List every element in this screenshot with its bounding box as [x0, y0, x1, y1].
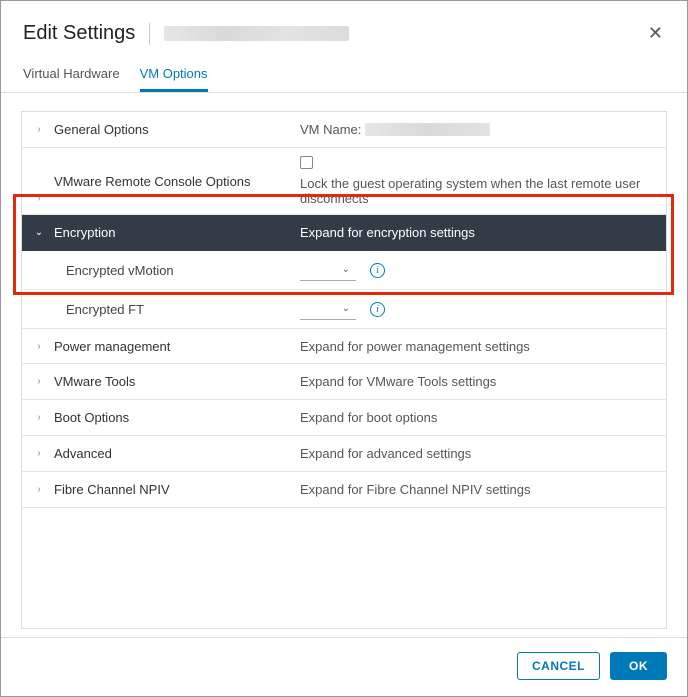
section-label: Boot Options: [54, 410, 129, 425]
section-general-options[interactable]: › General Options VM Name:: [22, 112, 666, 148]
section-label: Advanced: [54, 446, 112, 461]
advanced-desc: Expand for advanced settings: [300, 436, 666, 471]
encryption-desc: Expand for encryption settings: [300, 215, 666, 250]
chevron-right-icon: ›: [32, 193, 46, 204]
vm-name-redacted: [164, 26, 349, 41]
section-encryption[interactable]: ⌄ Encryption Expand for encryption setti…: [22, 215, 666, 251]
section-power-management[interactable]: › Power management Expand for power mana…: [22, 328, 666, 364]
info-icon[interactable]: i: [370, 302, 385, 317]
content-area: › General Options VM Name: › VMware Remo…: [1, 93, 687, 629]
vm-name-value-redacted: [365, 123, 490, 136]
encrypted-vmotion-dropdown[interactable]: ⌄: [300, 259, 356, 281]
vmtools-desc: Expand for VMware Tools settings: [300, 364, 666, 399]
section-label: General Options: [54, 122, 149, 137]
info-icon[interactable]: i: [370, 263, 385, 278]
tab-bar: Virtual Hardware VM Options: [1, 58, 687, 93]
section-label: VMware Tools: [54, 374, 135, 389]
general-right: VM Name:: [300, 112, 666, 147]
cancel-button[interactable]: CANCEL: [517, 652, 600, 680]
section-advanced[interactable]: › Advanced Expand for advanced settings: [22, 436, 666, 472]
chevron-right-icon: ›: [32, 412, 46, 423]
dialog-title: Edit Settings: [23, 22, 135, 45]
chevron-right-icon: ›: [32, 341, 46, 352]
boot-desc: Expand for boot options: [300, 400, 666, 435]
power-desc: Expand for power management settings: [300, 329, 666, 363]
encrypted-ft-dropdown[interactable]: ⌄: [300, 298, 356, 320]
chevron-right-icon: ›: [32, 124, 46, 135]
lock-guest-checkbox[interactable]: [300, 156, 313, 169]
section-remote-console[interactable]: › VMware Remote Console Options Lock the…: [22, 148, 666, 215]
section-fibre-channel-npiv[interactable]: › Fibre Channel NPIV Expand for Fibre Ch…: [22, 472, 666, 508]
row-encrypted-vmotion: Encrypted vMotion ⌄ i: [22, 251, 666, 290]
section-label: Power management: [54, 339, 170, 354]
chevron-down-icon: ⌄: [32, 227, 46, 238]
dialog-header: Edit Settings ✕: [1, 1, 687, 58]
remote-desc: Lock the guest operating system when the…: [300, 176, 656, 206]
close-button[interactable]: ✕: [644, 19, 667, 48]
header-left: Edit Settings: [23, 22, 349, 45]
npiv-desc: Expand for Fibre Channel NPIV settings: [300, 472, 666, 507]
settings-panel: › General Options VM Name: › VMware Remo…: [21, 111, 667, 629]
section-boot-options[interactable]: › Boot Options Expand for boot options: [22, 400, 666, 436]
chevron-down-icon: ⌄: [342, 264, 350, 275]
chevron-down-icon: ⌄: [342, 303, 350, 314]
header-divider: [149, 23, 150, 45]
dialog-footer: CANCEL OK: [1, 637, 687, 696]
ok-button[interactable]: OK: [610, 652, 667, 680]
row-label: Encrypted vMotion: [66, 263, 174, 278]
tab-virtual-hardware[interactable]: Virtual Hardware: [23, 58, 120, 92]
chevron-right-icon: ›: [32, 484, 46, 495]
row-encrypted-ft: Encrypted FT ⌄ i: [22, 290, 666, 328]
section-label: VMware Remote Console Options: [54, 174, 251, 189]
section-label: Fibre Channel NPIV: [54, 482, 170, 497]
row-label: Encrypted FT: [66, 302, 144, 317]
vm-name-prefix: VM Name:: [300, 122, 361, 137]
chevron-right-icon: ›: [32, 448, 46, 459]
tab-vm-options[interactable]: VM Options: [140, 58, 208, 92]
chevron-right-icon: ›: [32, 376, 46, 387]
section-vmware-tools[interactable]: › VMware Tools Expand for VMware Tools s…: [22, 364, 666, 400]
close-icon: ✕: [648, 23, 663, 43]
section-label: Encryption: [54, 225, 115, 240]
